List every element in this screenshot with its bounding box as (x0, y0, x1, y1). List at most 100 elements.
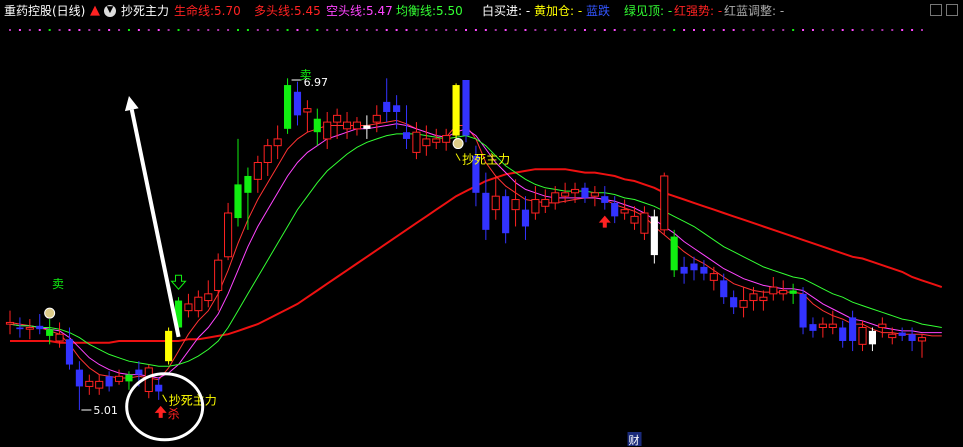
top-dot (762, 29, 765, 31)
candle-body (16, 327, 24, 330)
candle (868, 327, 877, 352)
top-dot (583, 29, 586, 31)
top-dot (742, 29, 745, 31)
candle (818, 317, 827, 338)
candle (779, 280, 788, 301)
candle-body (333, 114, 342, 123)
top-dot (782, 29, 785, 31)
candle-body (868, 330, 877, 345)
candle (730, 290, 738, 315)
candle (601, 186, 609, 210)
candle-body (828, 323, 837, 329)
top-dot (465, 29, 467, 31)
candle (709, 266, 718, 291)
candle-body (769, 286, 778, 295)
candle (273, 125, 282, 160)
coin-icon (44, 307, 56, 319)
top-dot (901, 29, 904, 31)
top-dot (891, 29, 894, 31)
candle (342, 111, 352, 139)
top-dot (564, 29, 567, 31)
candle-body (878, 323, 887, 329)
candle-body (700, 266, 708, 274)
top-dot (346, 29, 349, 31)
top-dot (445, 29, 448, 31)
candle (244, 167, 252, 230)
candle (313, 108, 321, 146)
top-dot (256, 29, 259, 31)
candle (511, 179, 520, 227)
top-dot (881, 29, 884, 31)
candle-body (462, 80, 470, 136)
candle-body (95, 380, 104, 389)
candle (372, 105, 381, 133)
top-dot (375, 29, 378, 31)
top-dot (494, 29, 497, 31)
top-dot (474, 29, 477, 31)
candle-body (432, 138, 441, 143)
candle (214, 253, 223, 311)
candle-body (720, 280, 728, 298)
candle-body (611, 202, 619, 217)
top-dot (58, 29, 61, 31)
candle (789, 283, 797, 304)
candle (452, 83, 460, 139)
candle (680, 256, 688, 284)
candles (5, 78, 927, 410)
top-dot (98, 29, 101, 31)
candle (898, 327, 906, 341)
candle-body (650, 216, 658, 256)
top-dot (68, 29, 71, 31)
top-dot (9, 29, 11, 31)
candlestick-chart[interactable]: 5.016.97卖卖杀抄死主力抄死主力财 (0, 0, 963, 447)
candle-body (749, 293, 758, 302)
top-dot (643, 29, 646, 31)
candle (204, 280, 213, 308)
candle-body (640, 212, 649, 234)
candle (541, 189, 550, 214)
candle (283, 78, 292, 134)
candle-body (630, 215, 639, 224)
candle-body (452, 85, 460, 136)
candle-body (779, 289, 788, 295)
candle-body (5, 321, 15, 325)
kill-label: 杀 (168, 406, 180, 421)
candle-body (670, 236, 678, 271)
top-dot (355, 29, 358, 31)
candle-body (85, 380, 94, 387)
candle-body (601, 196, 609, 203)
top-dot (266, 29, 269, 31)
top-dot (772, 29, 775, 31)
candle (16, 317, 24, 338)
candle-body (144, 367, 153, 392)
up-arrow-icon (154, 405, 167, 418)
candle-body (491, 195, 500, 211)
top-dot (425, 29, 428, 31)
chaosi-pointer (162, 394, 168, 402)
candle-body (293, 91, 302, 116)
top-dot (841, 29, 844, 31)
top-dot (246, 29, 249, 31)
candle (432, 128, 441, 150)
top-dot (861, 29, 864, 31)
candle (839, 320, 847, 348)
top-dot (514, 29, 517, 31)
candle (323, 111, 332, 150)
down-arrow-icon (170, 274, 187, 290)
top-dot (306, 29, 309, 31)
chaosi-label: 抄死主力 (169, 394, 217, 408)
top-dot (78, 29, 81, 31)
candle (5, 310, 15, 335)
top-dot (217, 29, 220, 31)
top-dot (187, 29, 190, 31)
candle (650, 209, 658, 264)
candle-body (214, 259, 223, 291)
chaosi-pointer (455, 153, 461, 161)
top-dot (732, 29, 735, 31)
top-dot (504, 29, 507, 31)
candle-body (75, 369, 83, 387)
top-dot (871, 29, 874, 31)
candle-body (114, 375, 124, 382)
top-dot (48, 29, 51, 31)
candle-body (194, 296, 203, 312)
